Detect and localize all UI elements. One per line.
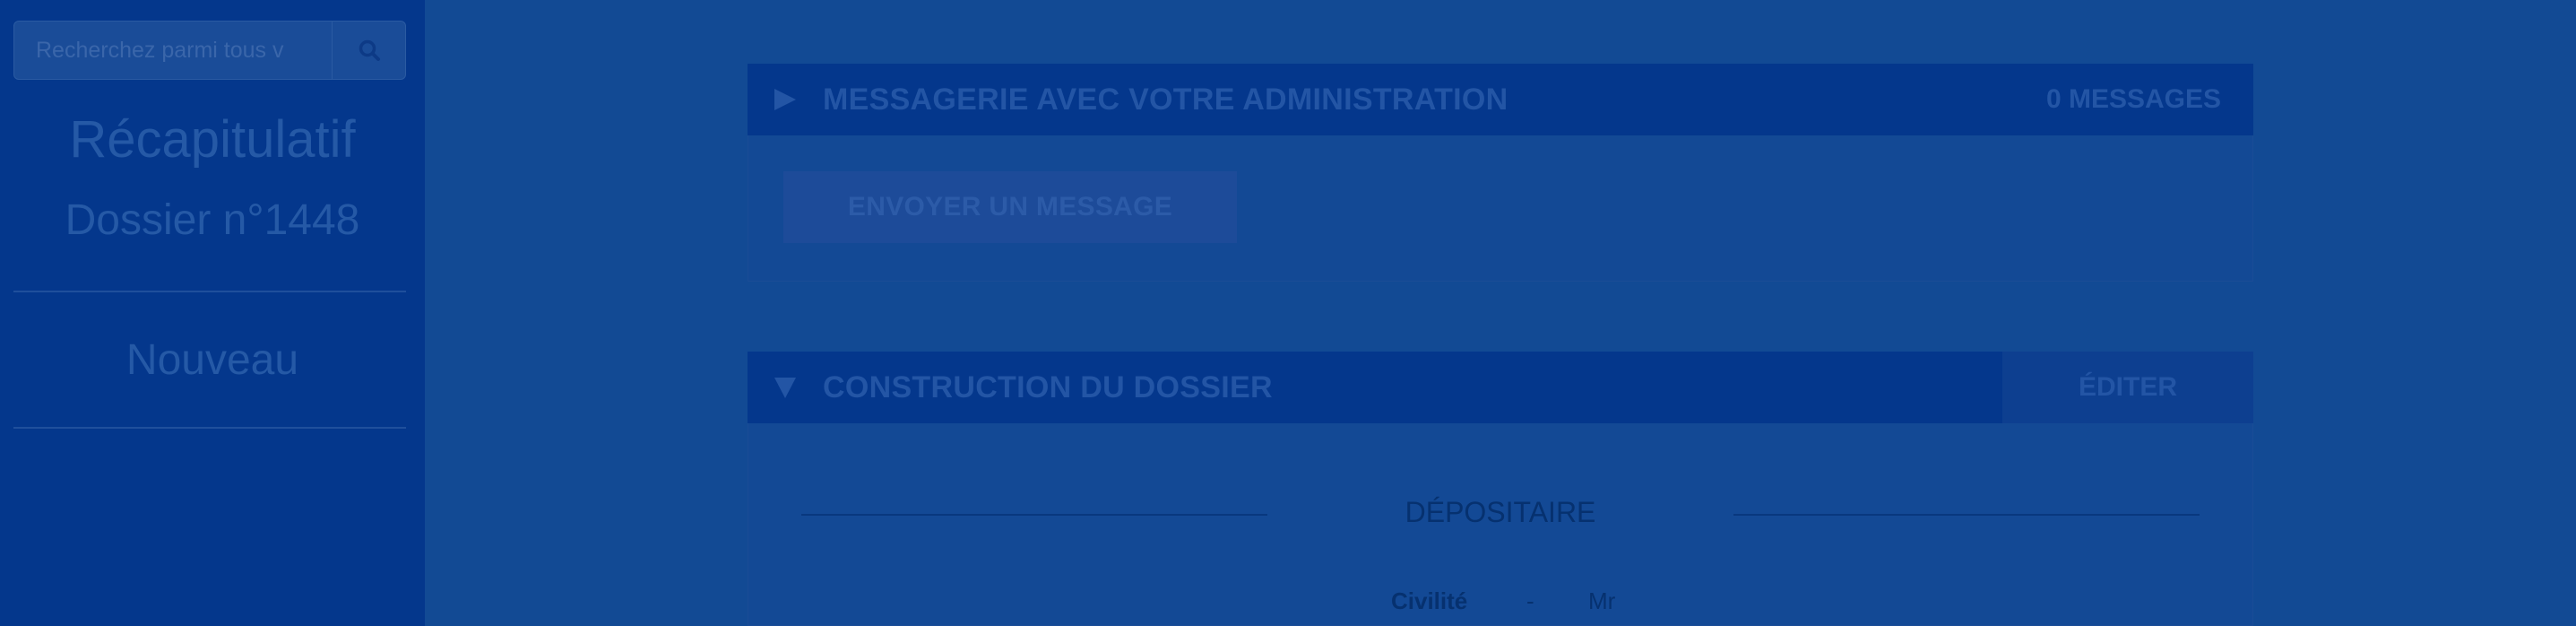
sidebar-divider bbox=[13, 291, 406, 292]
triangle-down-icon bbox=[773, 375, 801, 400]
message-count: 0 MESSAGES bbox=[2045, 84, 2221, 114]
dossier-number: Dossier n°1448 bbox=[65, 196, 360, 244]
civilite-value: Mr bbox=[1588, 587, 1616, 614]
dossier-status: Nouveau bbox=[125, 336, 299, 384]
send-message-button[interactable]: ENVOYER UN MESSAGE bbox=[783, 171, 1237, 243]
triangle-right-icon bbox=[773, 87, 801, 112]
sidebar-divider bbox=[13, 427, 406, 429]
edit-button[interactable]: ÉDITER bbox=[2002, 352, 2253, 423]
civilite-label: Civilité bbox=[1391, 587, 1468, 614]
recap-title: Récapitulatif bbox=[69, 110, 356, 169]
construction-title: CONSTRUCTION DU DOSSIER bbox=[823, 370, 1273, 404]
search-icon bbox=[359, 39, 380, 61]
search-button[interactable] bbox=[332, 22, 405, 79]
sidebar: Récapitulatif Dossier n°1448 Nouveau bbox=[0, 0, 425, 626]
search-input[interactable] bbox=[14, 22, 332, 79]
messagerie-header[interactable]: MESSAGERIE AVEC VOTRE ADMINISTRATION 0 M… bbox=[748, 64, 2253, 135]
section-divider bbox=[1733, 514, 2200, 516]
section-divider bbox=[801, 514, 1267, 516]
messagerie-title: MESSAGERIE AVEC VOTRE ADMINISTRATION bbox=[823, 82, 1508, 117]
field-separator: - bbox=[1526, 587, 1534, 614]
search-box bbox=[13, 21, 406, 80]
depositaire-title: DÉPOSITAIRE bbox=[1405, 496, 1596, 528]
